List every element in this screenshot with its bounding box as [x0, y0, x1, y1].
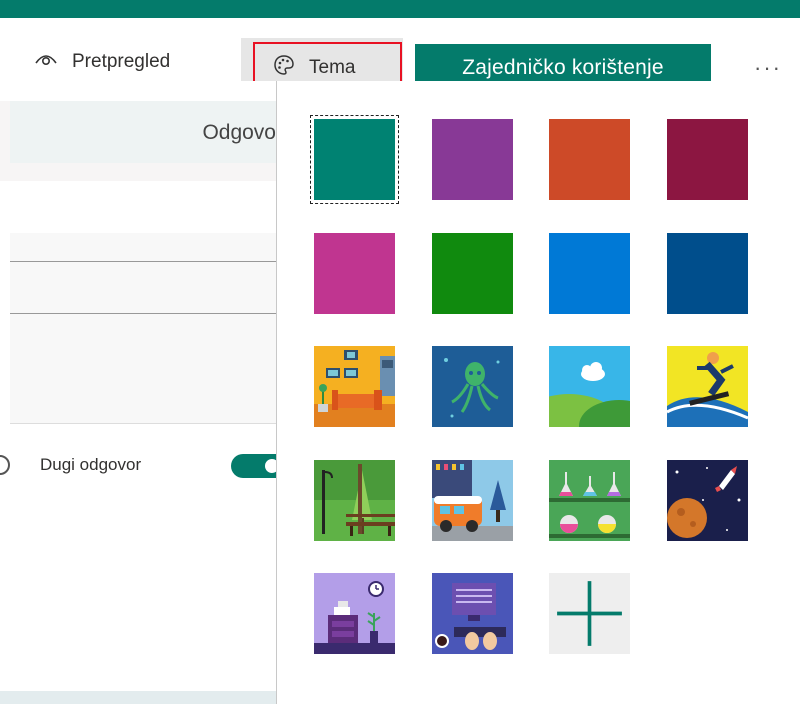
long-answer-toggle[interactable] [231, 454, 276, 478]
add-custom-theme-button[interactable] [549, 573, 630, 654]
eye-icon [34, 51, 58, 73]
theme-color-teal[interactable] [310, 115, 399, 204]
theme-image-typing-screen[interactable] [432, 573, 513, 654]
theme-image-snowboarder[interactable] [667, 346, 748, 427]
form-editor-pane: Odgovo Dugi odgovor [0, 81, 276, 704]
tab-responses[interactable]: Odgovo [202, 121, 276, 145]
theme-color-purple[interactable] [432, 119, 513, 200]
theme-image-desk-clock[interactable] [314, 573, 395, 654]
app-top-bar [0, 0, 800, 18]
preview-label: Pretpregled [72, 51, 171, 72]
preview-button[interactable]: Pretpregled [34, 44, 170, 80]
forms-toolbar: Pretpregled Tema Zajedničko korištenje ·… [0, 18, 800, 98]
theme-image-lab-flasks[interactable] [549, 460, 630, 541]
answer-field-underline [10, 313, 276, 314]
theme-color-green[interactable] [432, 233, 513, 314]
theme-image-park-bench[interactable] [314, 460, 395, 541]
theme-color-maroon[interactable] [667, 119, 748, 200]
theme-image-space-rocket[interactable] [667, 460, 748, 541]
theme-color-dark-blue[interactable] [667, 233, 748, 314]
palette-icon [273, 54, 295, 82]
theme-color-magenta[interactable] [314, 233, 395, 314]
question-title-underline [10, 261, 276, 262]
theme-image-octopus[interactable] [432, 346, 513, 427]
next-card-edge [0, 691, 276, 704]
theme-label: Tema [309, 57, 356, 78]
theme-panel [277, 81, 800, 704]
plus-icon [549, 573, 630, 654]
theme-image-living-room[interactable] [314, 346, 395, 427]
theme-image-sky-hills[interactable] [549, 346, 630, 427]
card-divider [10, 423, 276, 424]
theme-color-blue[interactable] [549, 233, 630, 314]
long-answer-label: Dugi odgovor [40, 455, 142, 474]
theme-image-van-city[interactable] [432, 460, 513, 541]
theme-color-orange-red[interactable] [549, 119, 630, 200]
long-answer-radio[interactable] [0, 455, 10, 475]
